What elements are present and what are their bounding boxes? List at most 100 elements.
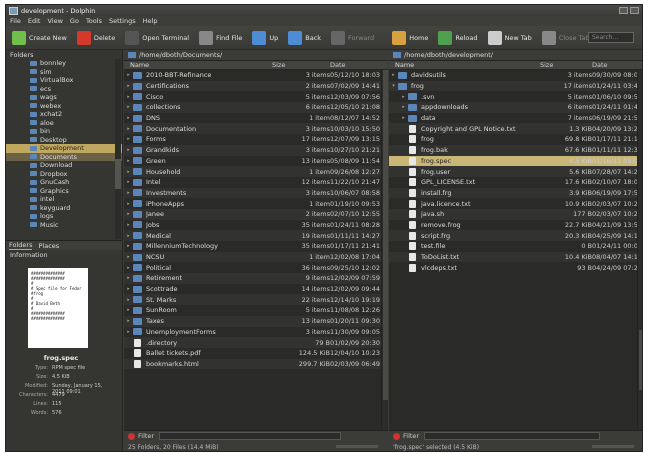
find-file-button[interactable]: Find File (199, 30, 242, 45)
file-row[interactable]: frog.bak 67.6 KiB 01/11/11 12:37 (389, 144, 642, 156)
folders-scrollbar[interactable] (115, 59, 121, 239)
sidebar-folder-item[interactable]: intel (6, 195, 122, 204)
sidebar-folder-item[interactable]: bonnley (6, 59, 122, 68)
file-row[interactable]: ▸ Household 1 item 09/26/08 12:27 (124, 166, 388, 177)
expand-arrow-icon[interactable]: ▸ (124, 126, 133, 132)
column-name[interactable]: Name (389, 61, 540, 69)
sidebar-folder-item[interactable]: xchat2 (6, 110, 122, 119)
filter-input[interactable] (159, 432, 342, 440)
expand-arrow-icon[interactable]: ▸ (124, 104, 133, 110)
up-button[interactable]: Up (252, 30, 278, 45)
column-date[interactable]: Date (592, 61, 642, 69)
expand-arrow-icon[interactable]: ▸ (124, 72, 133, 78)
home-button[interactable]: Home (392, 30, 428, 45)
menu-item-edit[interactable]: Edit (28, 17, 41, 25)
file-row[interactable]: ▸ Investments 3 items 10/06/07 08:58 (124, 187, 388, 199)
sidebar-folder-item[interactable]: wags (6, 93, 122, 102)
file-row[interactable]: bookmarks.html 299.7 KiB 02/03/09 06:49 (124, 358, 388, 370)
column-date[interactable]: Date (330, 61, 388, 69)
file-row[interactable]: ▸ DNS 1 item 08/12/07 14:52 (124, 113, 388, 124)
create-new-button[interactable]: Create New (12, 30, 67, 45)
file-row[interactable]: ▸ davidsutils 3 items 09/30/09 08:09 (389, 70, 642, 81)
sidebar-folder-item[interactable]: Graphics (6, 187, 122, 196)
file-row[interactable]: ▸ Medical 19 items 01/11/11 14:27 (124, 230, 388, 241)
expand-arrow-icon[interactable]: ▸ (124, 318, 133, 324)
tab-folders[interactable]: Folders (9, 241, 33, 250)
file-row[interactable]: ▸ Scottrade 14 items 12/02/09 09:44 (124, 284, 388, 295)
file-row[interactable]: ToDoList.txt 10.4 KiB 08/04/07 14:15 (389, 251, 642, 263)
file-row[interactable]: ▸ Jobs 35 items 01/24/11 08:28 (124, 220, 388, 231)
expand-arrow-icon[interactable]: ▸ (124, 169, 133, 175)
zoom-slider[interactable] (592, 445, 634, 448)
zoom-slider[interactable] (336, 445, 378, 448)
delete-button[interactable]: Delete (76, 30, 115, 45)
sidebar-folder-item[interactable]: Desktop (6, 136, 122, 145)
file-row[interactable]: remove.frog 22.7 KiB 04/21/09 13:54 (389, 220, 642, 231)
file-row[interactable]: install.frg 3.9 KiB 06/19/09 17:54 (389, 187, 642, 199)
close-window-icon[interactable] (630, 7, 639, 14)
expand-arrow-icon[interactable]: ▸ (124, 307, 133, 313)
column-size[interactable]: Size (540, 61, 592, 69)
file-row[interactable]: ▸ SunRoom 5 items 11/08/08 12:26 (124, 305, 388, 316)
sidebar-folder-item[interactable]: GnuCash (6, 178, 122, 187)
expand-arrow-icon[interactable]: ▸ (124, 158, 133, 164)
file-row[interactable]: ▸ .svn 5 items 01/06/10 09:53 (389, 91, 642, 102)
expand-arrow-icon[interactable]: ▸ (124, 179, 133, 185)
file-row[interactable]: ▾ frog 17 items 01/24/11 03:41 (389, 80, 642, 92)
file-row[interactable]: Ballet tickets.pdf 124.5 KiB 12/04/10 10:2… (124, 348, 388, 359)
sidebar-folder-item[interactable]: Development (6, 144, 122, 153)
location-bar[interactable]: /home/dboth/Documents/ (124, 50, 388, 61)
sidebar-folder-item[interactable]: Download (6, 161, 122, 170)
expand-arrow-icon[interactable]: ▸ (399, 94, 408, 100)
expand-arrow-icon[interactable]: ▸ (389, 72, 398, 78)
file-row[interactable]: frog.spec 4.5 KiB 01/16/11 09:01 (389, 155, 642, 167)
forward-button[interactable]: Forward (331, 30, 374, 45)
expand-arrow-icon[interactable]: ▸ (124, 136, 133, 142)
search-input[interactable]: Search... (588, 32, 634, 43)
expand-arrow-icon[interactable]: ▾ (389, 83, 398, 89)
close-filter-icon[interactable] (128, 432, 135, 440)
file-row[interactable]: ▸ Grandkids 3 items 10/27/10 21:21 (124, 144, 388, 156)
file-row[interactable]: frog.user 5.6 KiB 07/28/07 14:26 (389, 166, 642, 177)
expand-arrow-icon[interactable]: ▸ (124, 94, 133, 100)
sidebar-folder-item[interactable]: webex (6, 102, 122, 111)
file-row[interactable]: ▸ 2010-BBT-Refinance 3 items 05/12/10 18:03 (124, 70, 388, 81)
file-row[interactable]: ▸ UnemploymentForms 3 items 11/30/09 09:05 (124, 327, 388, 338)
file-row[interactable]: ▸ data 7 items 06/19/09 21:54 (389, 113, 642, 124)
expand-arrow-icon[interactable]: ▸ (124, 243, 133, 249)
sidebar-folder-item[interactable]: sim (6, 68, 122, 77)
right-pane-scrollbar[interactable] (637, 70, 642, 436)
menu-item-settings[interactable]: Settings (109, 17, 136, 25)
menu-item-go[interactable]: Go (70, 17, 79, 25)
file-row[interactable]: ▸ Documentation 3 items 10/03/10 15:50 (124, 123, 388, 135)
reload-button[interactable]: Reload (438, 30, 478, 45)
minimize-icon[interactable] (619, 7, 628, 14)
menu-item-view[interactable]: View (47, 17, 62, 25)
sidebar-folder-item[interactable]: keyguard (6, 204, 122, 213)
expand-arrow-icon[interactable]: ▸ (124, 233, 133, 239)
sidebar-folder-item[interactable]: Music (6, 221, 122, 230)
file-row[interactable]: ▸ appdownloads 6 items 01/24/11 01:40 (389, 102, 642, 113)
menu-item-help[interactable]: Help (143, 17, 158, 25)
sidebar-folder-item[interactable]: logs (6, 212, 122, 221)
file-row[interactable]: ▸ Taxes 13 items 01/20/11 09:30 (124, 315, 388, 327)
file-row[interactable]: ▸ NCSU 1 item 12/02/08 17:04 (124, 251, 388, 263)
file-row[interactable]: ▸ Certifications 2 items 07/02/09 14:41 (124, 80, 388, 92)
menu-item-file[interactable]: File (10, 17, 21, 25)
file-row[interactable]: vlcdeps.txt 93 B 04/24/09 07:21 (389, 262, 642, 273)
expand-arrow-icon[interactable]: ▸ (124, 201, 133, 207)
expand-arrow-icon[interactable]: ▸ (124, 275, 133, 281)
sidebar-folder-item[interactable]: Dropbox (6, 170, 122, 179)
file-row[interactable]: GPL_LICENSE.txt 17.6 KiB 02/10/07 18:00 (389, 177, 642, 188)
sidebar-folder-item[interactable]: ecs (6, 85, 122, 94)
expand-arrow-icon[interactable]: ▸ (399, 104, 408, 110)
expand-arrow-icon[interactable]: ▸ (124, 211, 133, 217)
file-row[interactable]: ▸ collections 6 items 12/05/10 21:08 (124, 102, 388, 113)
location-bar[interactable]: /home/dboth/development/ (389, 50, 642, 61)
expand-arrow-icon[interactable]: ▸ (124, 297, 133, 303)
file-row[interactable]: java.licence.txt 10.9 KiB 02/03/07 10:22 (389, 198, 642, 209)
file-row[interactable]: frog 69.8 KiB 01/17/11 21:16 (389, 134, 642, 145)
menu-item-tools[interactable]: Tools (86, 17, 102, 25)
expand-arrow-icon[interactable]: ▸ (124, 115, 133, 121)
expand-arrow-icon[interactable]: ▸ (124, 254, 133, 260)
